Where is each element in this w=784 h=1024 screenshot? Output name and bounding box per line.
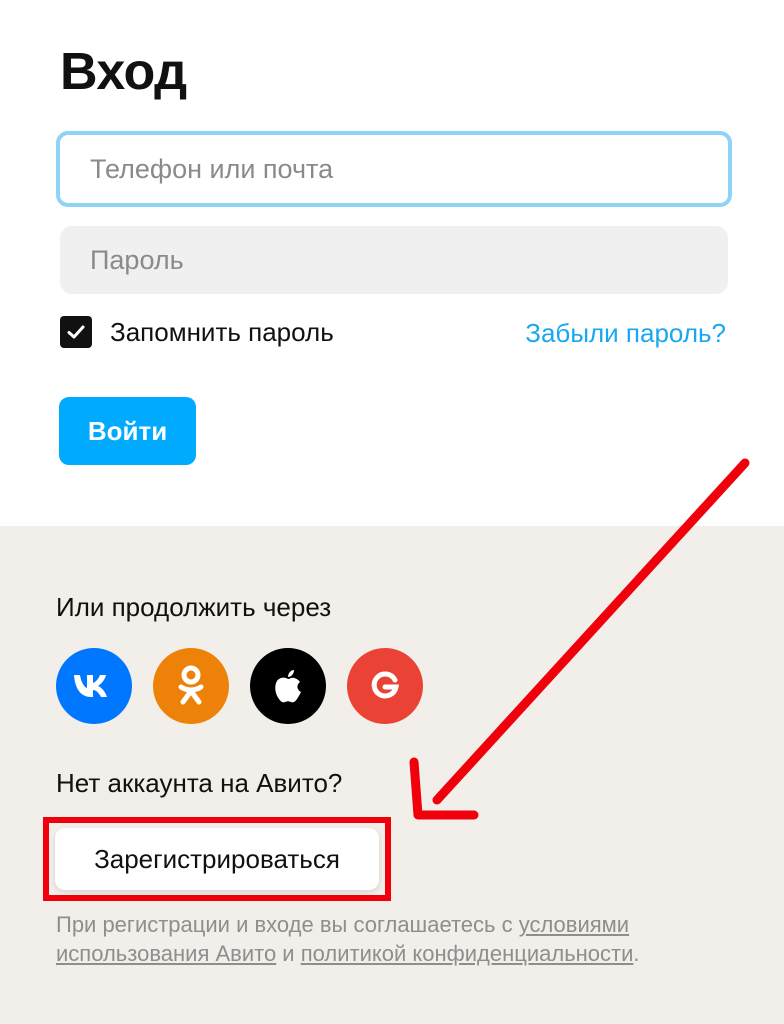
google-icon (371, 671, 400, 699)
legal-notice: При регистрации и входе вы соглашаетесь … (56, 910, 736, 968)
page-title: Вход (60, 43, 187, 101)
login-button[interactable]: Войти (59, 397, 196, 465)
legal-joiner: и (276, 941, 301, 966)
forgot-password-link[interactable]: Забыли пароль? (525, 318, 726, 349)
vk-login-button[interactable] (56, 648, 132, 724)
remember-label: Запомнить пароль (110, 316, 334, 347)
remember-checkbox[interactable] (60, 316, 92, 348)
phone-or-email-input[interactable] (56, 131, 732, 207)
login-panel: Вход Запомнить пароль Забыли пароль? Вой… (0, 0, 784, 526)
legal-suffix: . (633, 941, 640, 966)
privacy-link[interactable]: политикой конфиденциальности (301, 941, 634, 966)
social-login-row (56, 648, 423, 724)
odnoklassniki-icon (178, 665, 204, 705)
remember-password-row[interactable]: Запомнить пароль (60, 316, 334, 348)
apple-icon (275, 670, 301, 703)
checkmark-icon (67, 325, 85, 339)
odnoklassniki-login-button[interactable] (153, 648, 229, 724)
social-panel: Или продолжить через Нет аккаунта на Ави… (0, 526, 784, 1024)
register-button[interactable]: Зарегистрироваться (55, 828, 379, 890)
social-heading: Или продолжить через (56, 592, 332, 622)
password-input[interactable] (60, 226, 728, 294)
apple-login-button[interactable] (250, 648, 326, 724)
legal-prefix: При регистрации и входе вы соглашаетесь … (56, 912, 519, 937)
google-login-button[interactable] (347, 648, 423, 724)
vk-icon (74, 675, 107, 697)
no-account-prompt: Нет аккаунта на Авито? (56, 768, 343, 798)
